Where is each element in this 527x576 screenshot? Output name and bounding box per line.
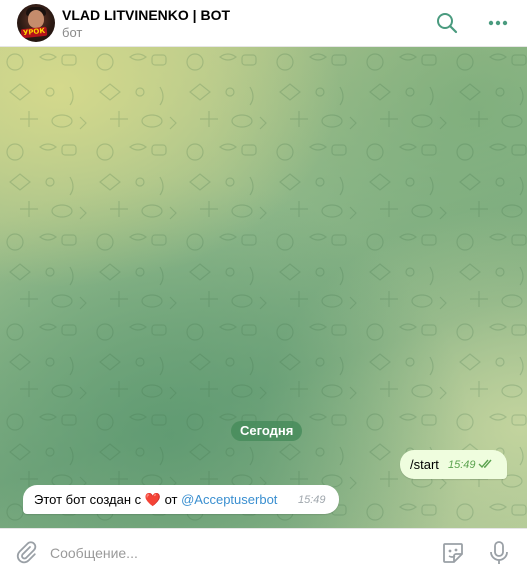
outgoing-message[interactable]: /start 15:49: [400, 450, 507, 479]
more-menu-button[interactable]: [483, 8, 513, 38]
avatar[interactable]: УРОК: [17, 4, 55, 42]
heart-emoji: ❤️: [144, 492, 161, 507]
bot-username-link[interactable]: @Acceptuserbot: [181, 492, 277, 507]
chat-title[interactable]: VLAD LITVINENKO | BOT: [62, 7, 230, 23]
message-time: 15:49: [448, 459, 476, 471]
message-text-before: Этот бот создан с: [34, 492, 142, 507]
more-dots-icon: [488, 20, 508, 26]
avatar-face: [28, 10, 44, 28]
message-text-after: от: [164, 492, 178, 507]
microphone-icon[interactable]: [487, 539, 511, 567]
incoming-message[interactable]: Этот бот создан с ❤️ от @Acceptuserbot 1…: [23, 485, 339, 514]
message-time: 15:49: [298, 494, 326, 506]
search-icon: [437, 13, 458, 34]
chat-header: УРОК VLAD LITVINENKO | BOT бот: [0, 0, 527, 47]
message-composer: [0, 528, 527, 576]
chat-area[interactable]: Сегодня /start 15:49 Этот бот создан с ❤…: [0, 47, 527, 528]
avatar-badge: УРОК: [20, 26, 48, 39]
double-check-icon: [478, 459, 492, 469]
search-button[interactable]: [432, 8, 462, 38]
message-text: Этот бот создан с ❤️ от @Acceptuserbot: [34, 492, 277, 508]
date-separator: Сегодня: [231, 421, 303, 441]
chat-subtitle: бот: [62, 25, 83, 40]
message-text: /start: [410, 457, 439, 472]
message-input[interactable]: [48, 541, 422, 565]
sticker-icon[interactable]: [440, 540, 466, 566]
paperclip-icon[interactable]: [14, 540, 38, 564]
